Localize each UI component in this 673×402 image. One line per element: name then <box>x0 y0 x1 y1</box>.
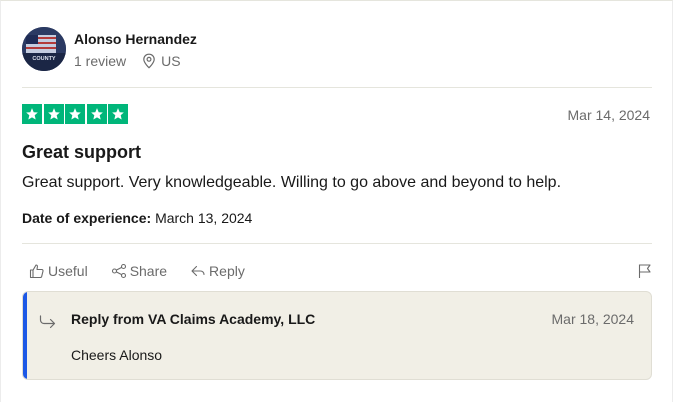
consumer-meta: 1 review US <box>74 53 197 69</box>
star-icon <box>108 104 128 124</box>
experience-label: Date of experience: <box>22 210 152 226</box>
consumer-name[interactable]: Alonso Hernandez <box>74 30 197 48</box>
star-icon <box>86 104 107 124</box>
reply-accent-bar <box>23 292 27 379</box>
reply-text: Cheers Alonso <box>71 347 163 363</box>
reply-button[interactable]: Reply <box>190 263 245 279</box>
avatar[interactable]: COUNTY <box>22 27 66 71</box>
flag-avatar-icon: COUNTY <box>22 27 66 71</box>
reply-arrow-icon <box>191 265 205 277</box>
star-icon <box>22 104 42 124</box>
report-flag-button[interactable] <box>637 263 653 284</box>
location-pin-icon <box>142 53 156 69</box>
useful-label: Useful <box>48 263 88 279</box>
review-actions: Useful Share Reply <box>29 263 268 279</box>
consumer-location: US <box>161 52 181 69</box>
reply-author: Reply from VA Claims Academy, LLC <box>71 311 316 327</box>
thumbs-up-icon <box>29 264 44 279</box>
reply-label: Reply <box>209 263 245 279</box>
divider <box>22 87 652 88</box>
review-text: Great support. Very knowledgeable. Willi… <box>22 174 562 191</box>
star-rating <box>22 104 130 124</box>
review-title[interactable]: Great support <box>22 142 141 163</box>
star-icon <box>43 104 64 124</box>
experience-date: March 13, 2024 <box>155 210 253 226</box>
review-date: Mar 14, 2024 <box>567 107 651 123</box>
date-of-experience: Date of experience: March 13, 2024 <box>22 210 252 226</box>
reply-arrow-icon <box>39 313 57 334</box>
consumer-info[interactable]: COUNTY Alonso Hernandez 1 review US <box>22 27 197 71</box>
review-card: COUNTY Alonso Hernandez 1 review US Mar … <box>0 0 673 402</box>
consumer-details: Alonso Hernandez 1 review US <box>74 30 197 69</box>
share-button[interactable]: Share <box>111 263 167 279</box>
share-label: Share <box>129 263 168 279</box>
company-reply: Reply from VA Claims Academy, LLC Mar 18… <box>22 291 652 380</box>
divider <box>22 243 652 244</box>
svg-text:COUNTY: COUNTY <box>32 56 56 62</box>
flag-icon <box>638 264 651 278</box>
review-count: 1 review <box>74 52 127 69</box>
share-icon <box>111 263 126 279</box>
star-icon <box>65 104 85 124</box>
useful-button[interactable]: Useful <box>29 263 88 279</box>
reply-date: Mar 18, 2024 <box>551 311 635 327</box>
